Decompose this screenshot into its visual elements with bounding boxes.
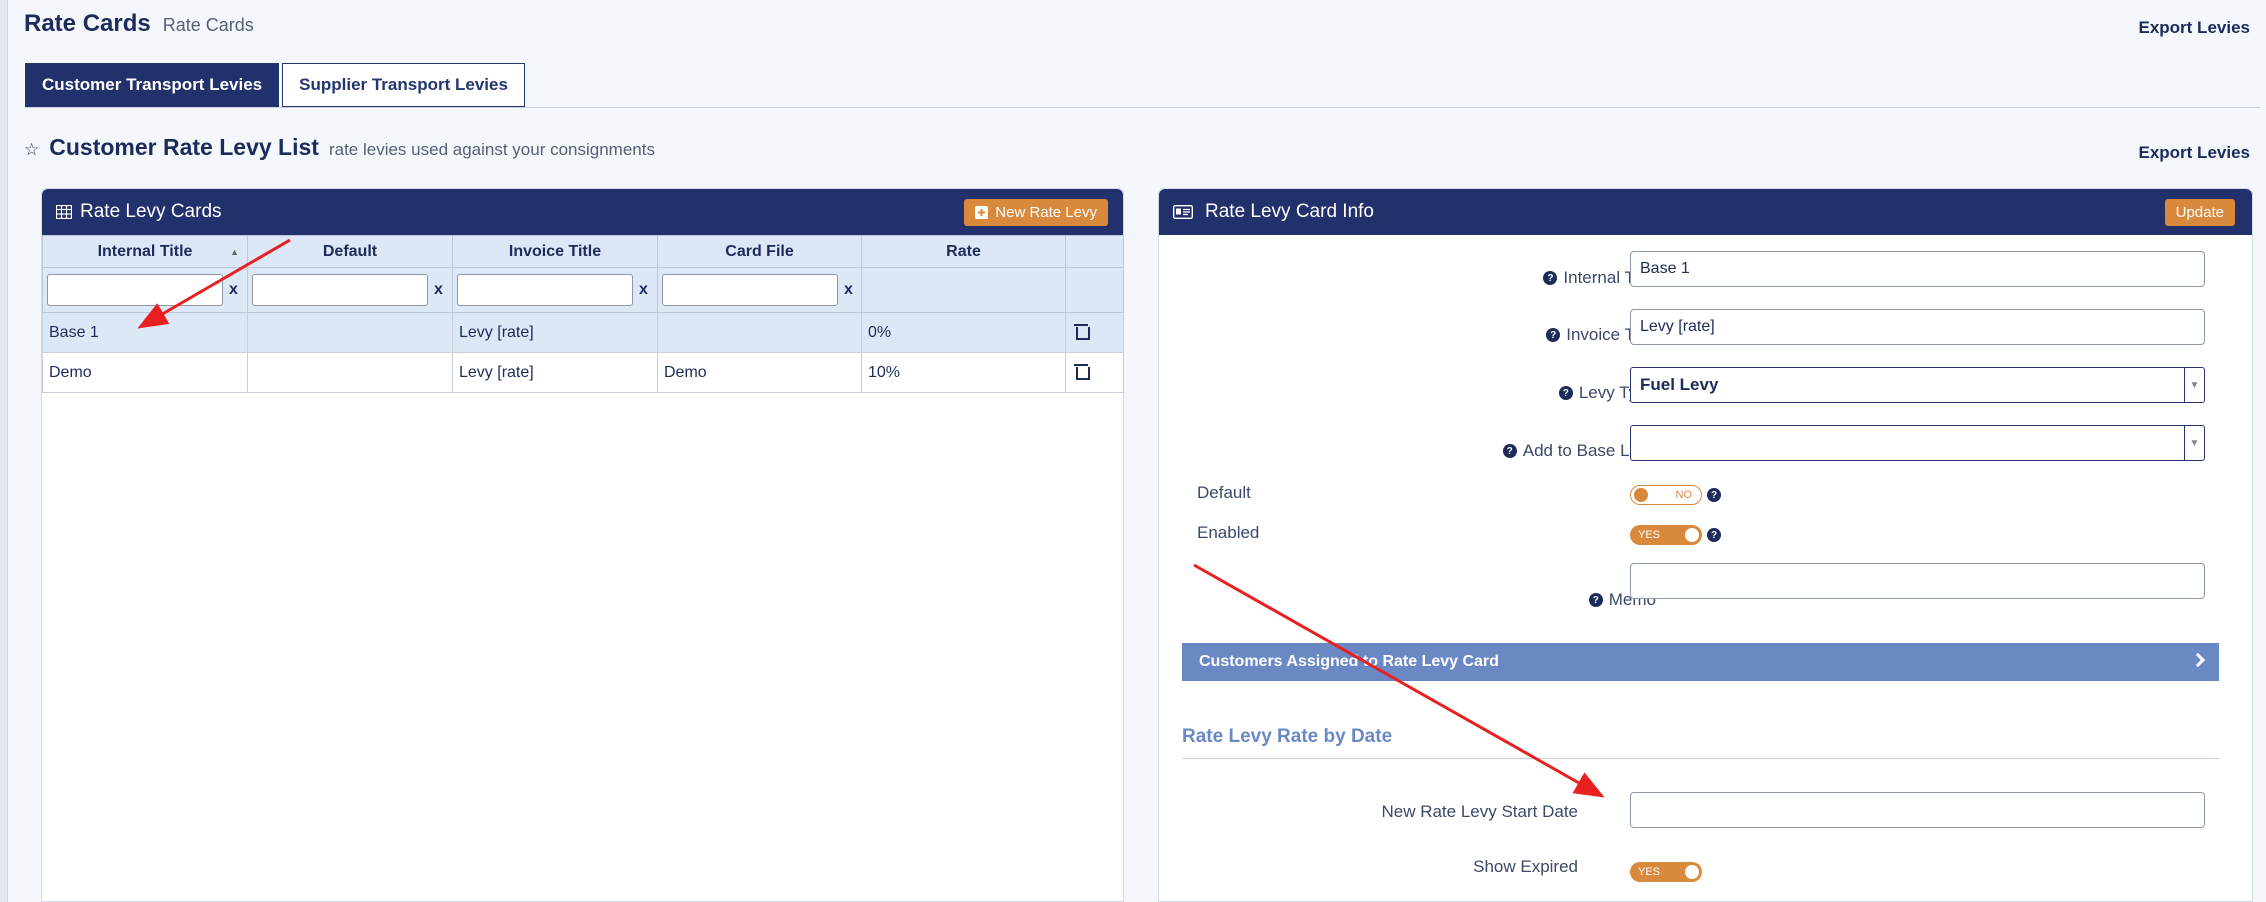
star-icon[interactable]: ☆ <box>24 140 39 160</box>
help-icon[interactable]: ? <box>1707 528 1721 542</box>
filter-card-file-input[interactable] <box>662 274 838 306</box>
rate-levy-card-info-panel: Rate Levy Card Info Update ? Internal Ti… <box>1158 188 2253 902</box>
internal-title-label: ? Internal Title <box>1359 260 1656 296</box>
start-date-label: New Rate Levy Start Date <box>1381 802 1578 821</box>
chevron-right-icon <box>2190 652 2206 668</box>
id-card-icon <box>1173 205 1193 219</box>
tab-divider <box>25 107 2260 108</box>
column-header-rate[interactable]: Rate <box>861 235 1066 268</box>
cell-invoice-title: Levy [rate] <box>452 312 658 353</box>
list-header: ☆ Customer Rate Levy List rate levies us… <box>24 134 655 161</box>
trash-icon[interactable] <box>1074 362 1090 380</box>
cell-rate: 0% <box>861 312 1066 353</box>
show-expired-toggle[interactable]: YES <box>1630 862 1702 882</box>
tab-supplier-transport-levies[interactable]: Supplier Transport Levies <box>282 63 525 107</box>
help-icon[interactable]: ? <box>1546 328 1561 342</box>
column-header-invoice-title[interactable]: Invoice Title <box>452 235 658 268</box>
table-grid-icon <box>56 205 72 219</box>
customers-assigned-accordion[interactable]: Customers Assigned to Rate Levy Card <box>1182 643 2219 681</box>
export-levies-link[interactable]: Export Levies <box>2139 143 2251 163</box>
clear-filter-invoice-title[interactable]: x <box>639 281 648 299</box>
column-header-actions <box>1065 235 1124 268</box>
export-levies-top-link[interactable]: Export Levies <box>2139 18 2251 38</box>
help-icon[interactable]: ? <box>1707 488 1721 502</box>
rate-levy-table: Internal Title ▲ Default Invoice Title Ca… <box>42 235 1124 393</box>
start-date-input[interactable] <box>1630 792 2205 828</box>
update-button[interactable]: Update <box>2164 199 2235 226</box>
invoice-title-label: ? Invoice Title <box>1359 317 1656 353</box>
new-rate-levy-button[interactable]: New Rate Levy <box>964 199 1108 226</box>
clear-filter-default[interactable]: x <box>434 281 443 299</box>
dropdown-arrow-icon[interactable]: ▼ <box>2184 426 2204 460</box>
sort-asc-icon[interactable]: ▲ <box>230 247 239 257</box>
new-rate-levy-label: New Rate Levy <box>995 204 1097 221</box>
invoice-title-input[interactable]: Levy [rate] <box>1630 309 2205 345</box>
rate-levy-card-info-header: Rate Levy Card Info Update <box>1159 189 2252 235</box>
filter-row: x x x x <box>42 267 1124 313</box>
cell-card-file: Demo <box>657 352 862 393</box>
toggle-knob <box>1685 528 1699 542</box>
table-header-row: Internal Title ▲ Default Invoice Title Ca… <box>42 235 1124 268</box>
clear-filter-card-file[interactable]: x <box>844 281 853 299</box>
tab-customer-transport-levies[interactable]: Customer Transport Levies <box>25 63 280 107</box>
filter-invoice-title-input[interactable] <box>457 274 633 306</box>
cell-internal-title: Demo <box>42 352 248 393</box>
section-divider <box>1182 758 2219 759</box>
column-header-internal-title[interactable]: Internal Title ▲ <box>42 235 248 268</box>
show-expired-label: Show Expired <box>1473 857 1578 876</box>
cell-default <box>247 312 453 353</box>
table-row[interactable]: Demo Levy [rate] Demo 10% <box>42 352 1124 393</box>
column-header-card-file[interactable]: Card File <box>657 235 862 268</box>
enabled-label: Enabled <box>1197 523 1260 542</box>
add-to-base-levy-select[interactable]: ▼ <box>1630 425 2205 461</box>
rate-levy-cards-panel: Rate Levy Cards New Rate Levy Internal T… <box>41 188 1124 902</box>
cell-internal-title: Base 1 <box>42 312 248 353</box>
toggle-knob <box>1634 488 1648 502</box>
cell-card-file <box>657 312 862 353</box>
table-row[interactable]: Base 1 Levy [rate] 0% <box>42 312 1124 353</box>
rate-levy-card-info-title: Rate Levy Card Info <box>1205 201 1374 222</box>
page-title: Rate Cards <box>24 10 151 37</box>
cell-default <box>247 352 453 393</box>
clear-filter-internal-title[interactable]: x <box>229 281 238 299</box>
rate-by-date-section-title: Rate Levy Rate by Date <box>1182 726 1393 747</box>
page-subtitle: Rate Cards <box>162 15 254 35</box>
add-to-base-levy-label: ? Add to Base Levy <box>1359 433 1656 469</box>
levy-type-label: ? Levy Type <box>1359 375 1656 411</box>
list-subtitle: rate levies used against your consignmen… <box>328 140 655 159</box>
dropdown-arrow-icon[interactable]: ▼ <box>2184 368 2204 402</box>
levy-type-select[interactable]: Fuel Levy ▼ <box>1630 367 2205 403</box>
memo-label: ? Memo <box>1359 582 1656 618</box>
list-title: Customer Rate Levy List <box>49 134 319 160</box>
help-icon[interactable]: ? <box>1543 271 1558 285</box>
rate-levy-cards-title: Rate Levy Cards <box>80 201 222 222</box>
tab-bar: Customer Transport Levies Supplier Trans… <box>25 63 525 107</box>
internal-title-input[interactable]: Base 1 <box>1630 251 2205 287</box>
filter-internal-title-input[interactable] <box>47 274 223 306</box>
toggle-knob <box>1685 865 1699 879</box>
help-icon[interactable]: ? <box>1558 386 1573 400</box>
trash-icon[interactable] <box>1074 322 1090 340</box>
help-icon[interactable]: ? <box>1588 593 1603 607</box>
enabled-toggle[interactable]: YES <box>1630 525 1702 545</box>
left-edge-strip <box>0 0 8 902</box>
cell-invoice-title: Levy [rate] <box>452 352 658 393</box>
help-icon[interactable]: ? <box>1502 444 1517 458</box>
filter-default-input[interactable] <box>252 274 428 306</box>
default-toggle[interactable]: NO <box>1630 485 1702 505</box>
default-label: Default <box>1197 483 1251 502</box>
column-header-default[interactable]: Default <box>247 235 453 268</box>
plus-square-icon <box>975 206 989 219</box>
rate-levy-cards-header: Rate Levy Cards New Rate Levy <box>42 189 1123 235</box>
memo-input[interactable] <box>1630 563 2205 599</box>
cell-rate: 10% <box>861 352 1066 393</box>
page-header: Rate Cards Rate Cards <box>24 10 254 38</box>
